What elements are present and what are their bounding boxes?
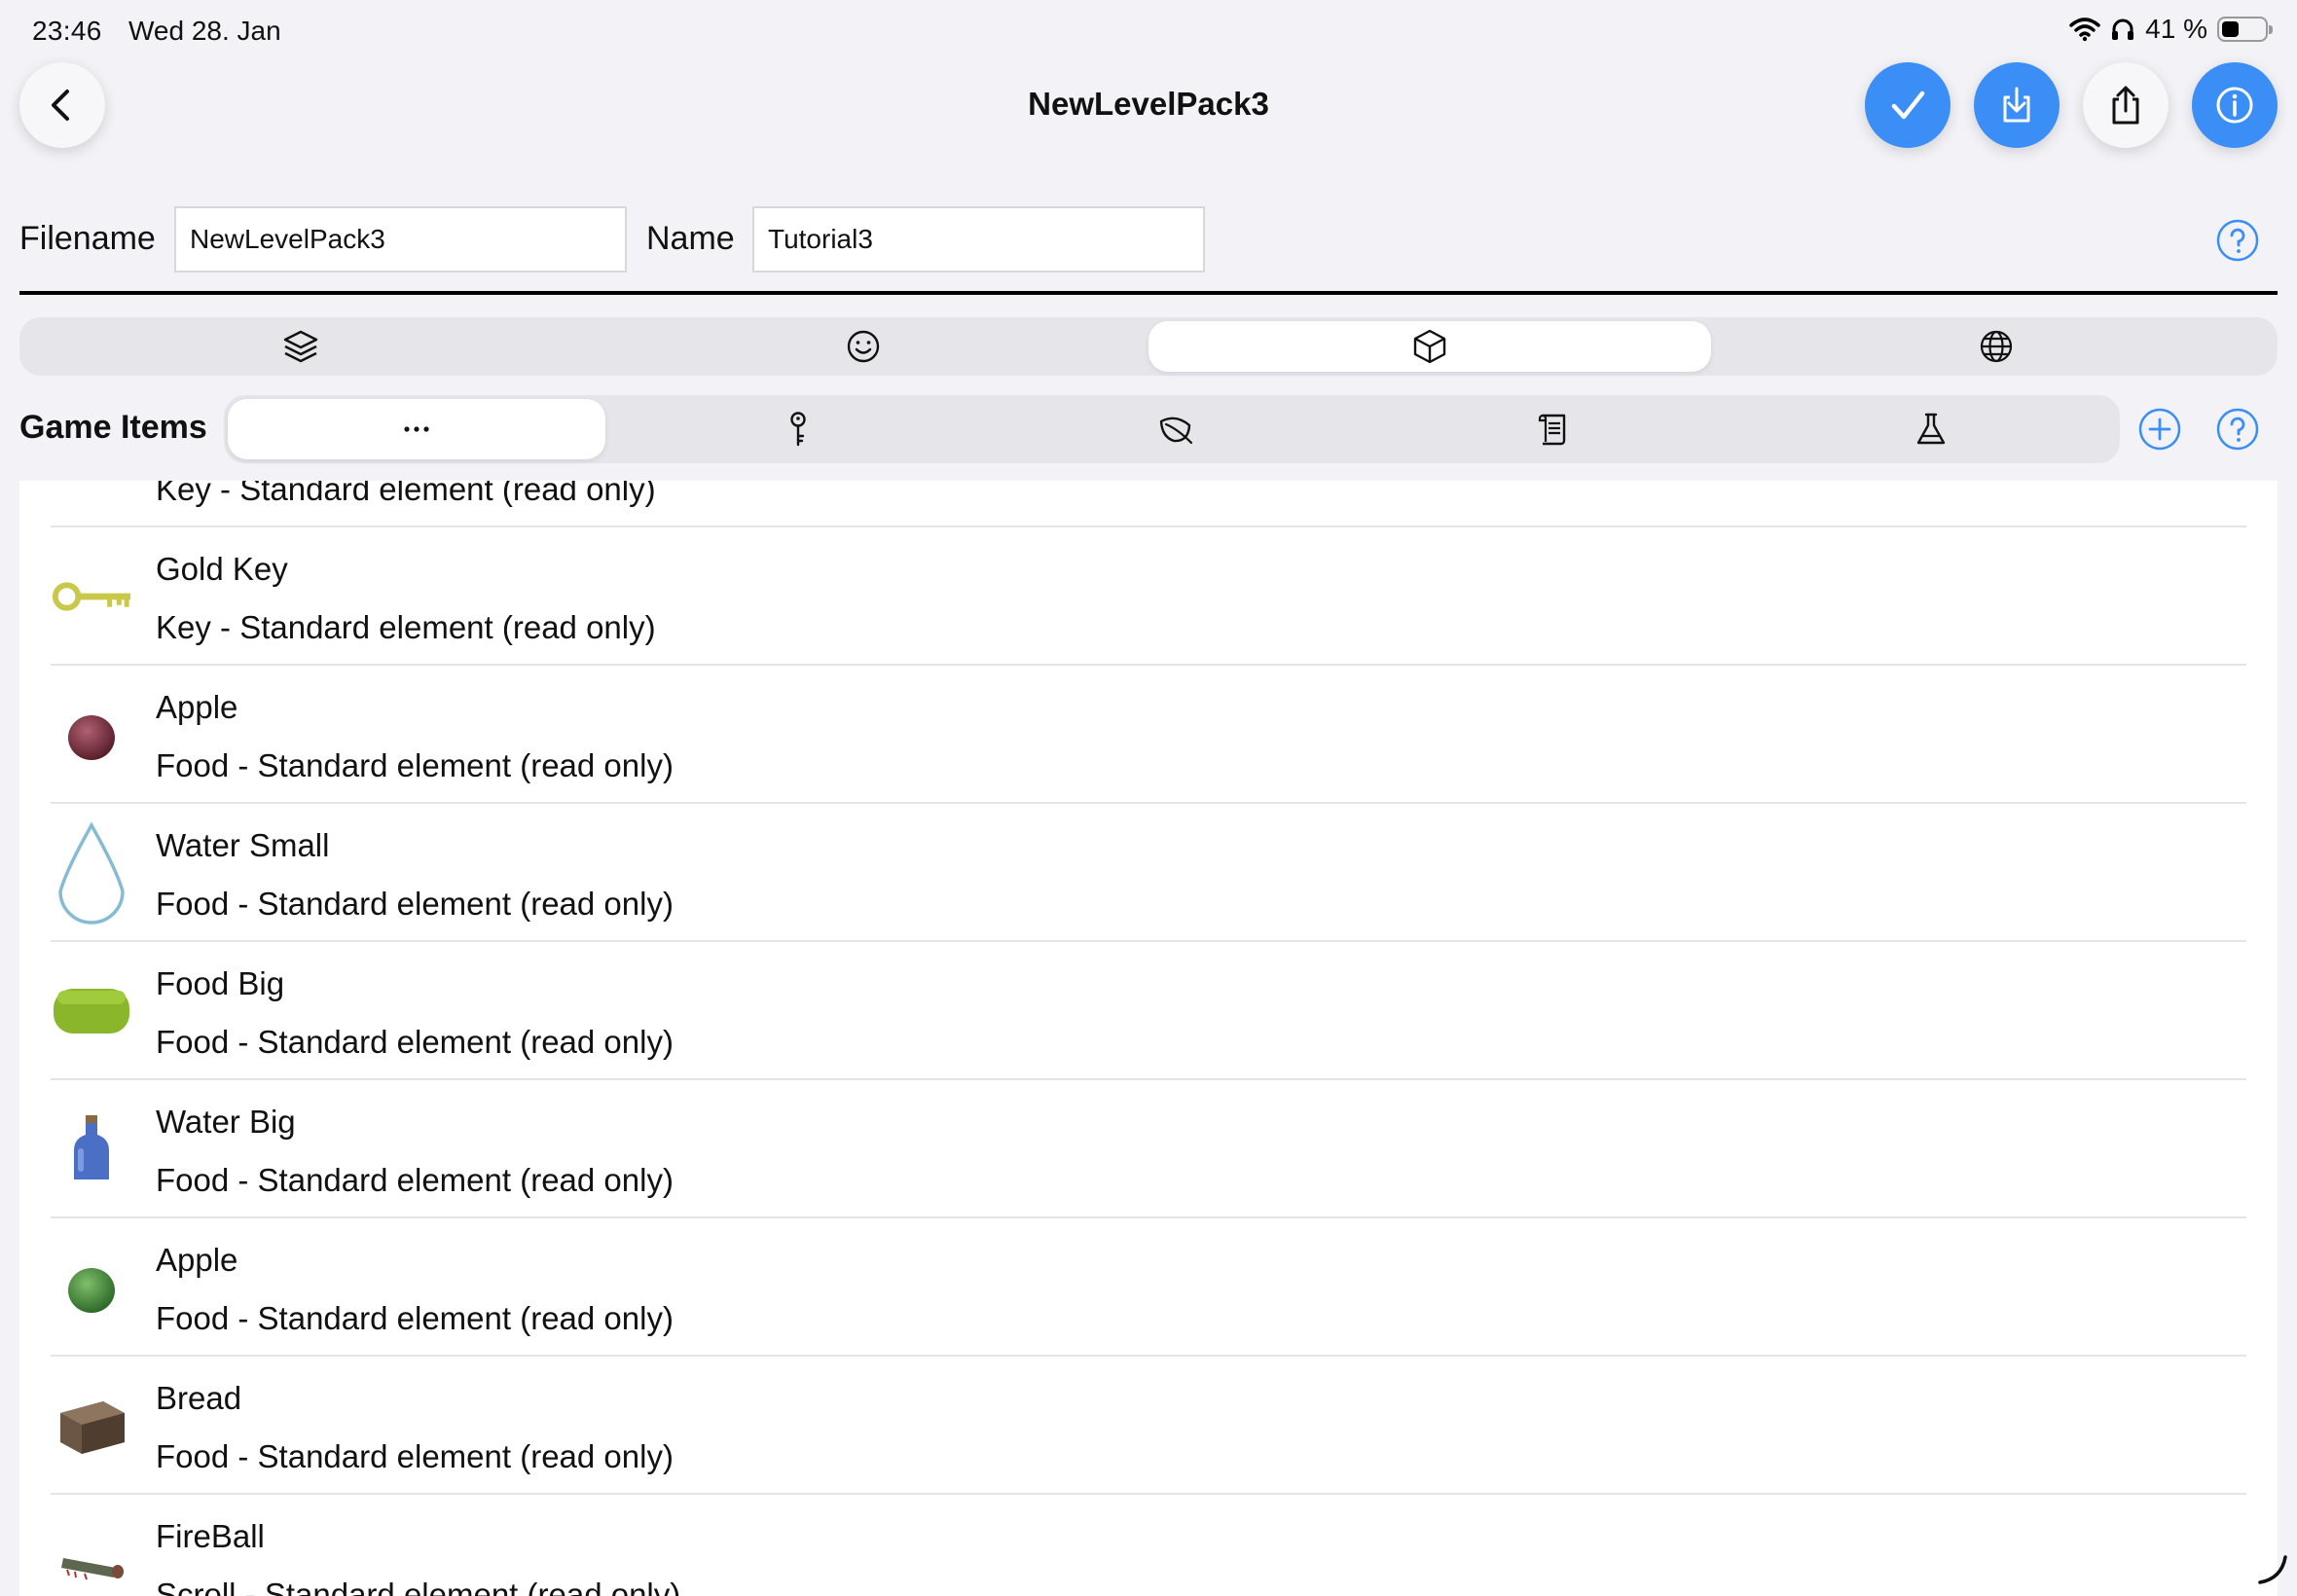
gold-key-thumb — [51, 553, 132, 640]
leaf-icon — [1159, 417, 1193, 445]
info-icon — [2216, 87, 2253, 124]
item-name: Bread — [156, 1380, 242, 1416]
key-icon — [790, 412, 806, 447]
green-food-thumb — [51, 967, 132, 1055]
status-date: Wed 28. Jan — [128, 16, 281, 46]
bread-thumb — [51, 1382, 132, 1469]
list-item[interactable]: Apple Food - Standard element (read only… — [51, 1218, 2246, 1357]
smiley-icon — [847, 330, 880, 363]
name-label: Name — [646, 220, 735, 257]
item-subtitle: Scroll - Standard element (read only) — [156, 1577, 681, 1596]
item-subtitle: Key - Standard element (read only) — [156, 481, 656, 507]
form-divider — [19, 291, 2278, 295]
item-name: Apple — [156, 1242, 238, 1278]
item-name: Food Big — [156, 965, 285, 1001]
info-button[interactable] — [2192, 62, 2278, 148]
list-item[interactable]: Apple Food - Standard element (read only… — [51, 666, 2246, 804]
confirm-button[interactable] — [1865, 62, 1951, 148]
item-name: Water Big — [156, 1104, 296, 1140]
list-item[interactable]: Water Big Food - Standard element (read … — [51, 1080, 2246, 1218]
help-icon[interactable] — [2215, 218, 2260, 263]
download-icon — [2003, 87, 2030, 123]
red-apple-thumb — [51, 691, 132, 779]
filter-food[interactable] — [987, 395, 1365, 463]
water-bottle-thumb — [51, 1106, 132, 1193]
checkmark-icon — [1891, 91, 1925, 120]
item-name: Apple — [156, 689, 238, 725]
status-time: 23:46 — [32, 16, 102, 46]
filter-tab-bar — [224, 395, 2120, 463]
battery-icon — [2217, 17, 2273, 42]
add-item-button[interactable] — [2137, 407, 2182, 452]
share-icon — [2112, 86, 2139, 125]
filename-field[interactable]: NewLevelPack3 — [174, 206, 627, 272]
key-thumb — [51, 481, 132, 502]
item-subtitle: Food - Standard element (read only) — [156, 747, 674, 783]
download-button[interactable] — [1974, 62, 2060, 148]
tab-characters[interactable] — [582, 317, 1145, 376]
ellipsis-icon — [404, 426, 429, 432]
list-item[interactable]: Water Small Food - Standard element (rea… — [51, 804, 2246, 942]
item-name: Gold Key — [156, 551, 288, 587]
flask-icon — [1916, 413, 1946, 445]
battery-percent: 41 % — [2145, 14, 2207, 44]
tab-layers[interactable] — [19, 317, 582, 376]
share-button[interactable] — [2083, 62, 2169, 148]
wifi-icon — [2069, 18, 2100, 42]
list-item[interactable]: FireBall Scroll - Standard element (read… — [51, 1495, 2246, 1596]
item-subtitle: Food - Standard element (read only) — [156, 1438, 674, 1474]
filter-scrolls[interactable] — [1365, 395, 1742, 463]
list-item[interactable]: Bread Food - Standard element (read only… — [51, 1357, 2246, 1495]
filter-keys[interactable] — [609, 395, 987, 463]
item-subtitle: Food - Standard element (read only) — [156, 1300, 674, 1336]
item-name: Water Small — [156, 827, 330, 863]
main-tab-bar — [19, 317, 2278, 376]
water-drop-thumb — [51, 821, 132, 925]
list-item[interactable]: Gold Key Key - Standard element (read on… — [51, 527, 2246, 666]
filter-all[interactable] — [228, 399, 605, 459]
headphones-icon — [2112, 18, 2134, 40]
cube-icon — [1413, 329, 1446, 364]
layers-icon — [283, 330, 318, 363]
filter-potions[interactable] — [1742, 395, 2120, 463]
resize-handle-icon — [2258, 1555, 2287, 1584]
globe-icon — [1980, 330, 2013, 363]
items-help-icon[interactable] — [2215, 407, 2260, 452]
item-subtitle: Key - Standard element (read only) — [156, 609, 656, 645]
tab-world[interactable] — [1715, 317, 2278, 376]
filename-label: Filename — [19, 220, 156, 257]
name-field[interactable]: Tutorial3 — [752, 206, 1205, 272]
status-bar: 23:46 Wed 28. Jan 41 % — [0, 0, 2297, 62]
status-indicators: 41 % — [2069, 14, 2273, 45]
scroll-icon — [1538, 414, 1566, 446]
page-title: NewLevelPack3 — [1028, 86, 1269, 122]
item-subtitle: Food - Standard element (read only) — [156, 1024, 674, 1060]
item-subtitle: Food - Standard element (read only) — [156, 886, 674, 922]
tab-items[interactable] — [1148, 321, 1711, 372]
item-subtitle: Food - Standard element (read only) — [156, 1162, 674, 1198]
item-name: FireBall — [156, 1518, 265, 1554]
list-item[interactable]: Food Big Food - Standard element (read o… — [51, 942, 2246, 1080]
section-title: Game Items — [19, 409, 207, 446]
list-item[interactable]: Key - Standard element (read only) — [51, 481, 2246, 527]
scroll-thumb — [51, 1520, 132, 1596]
game-items-list[interactable]: Key - Standard element (read only) Gold … — [19, 481, 2278, 1596]
green-apple-thumb — [51, 1244, 132, 1331]
